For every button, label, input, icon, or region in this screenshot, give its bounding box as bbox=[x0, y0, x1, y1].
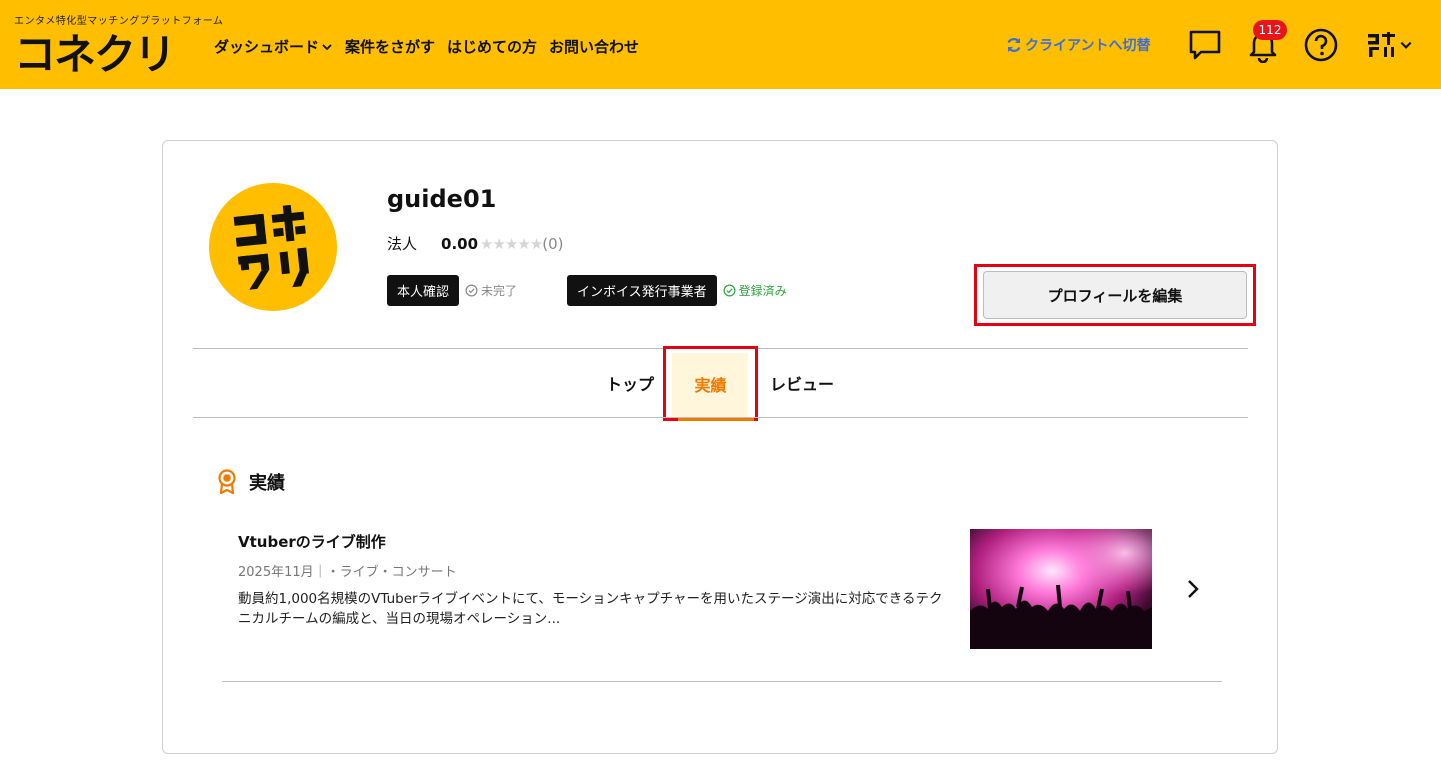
work-thumbnail bbox=[970, 529, 1152, 649]
logo[interactable]: コネクリ bbox=[14, 30, 194, 79]
section-title: 実績 bbox=[217, 469, 285, 495]
identity-status: 未完了 bbox=[465, 282, 517, 299]
header: エンタメ特化型マッチングプラットフォーム コネクリ ダッシュボード 案件をさがす… bbox=[0, 0, 1441, 89]
chevron-right-icon[interactable] bbox=[1183, 577, 1203, 601]
nav-dashboard[interactable]: ダッシュボード bbox=[214, 36, 333, 57]
nav-contact[interactable]: お問い合わせ bbox=[549, 36, 639, 57]
avatar bbox=[209, 183, 337, 311]
invoice-status: 登録済み bbox=[723, 282, 787, 299]
help-icon[interactable] bbox=[1303, 27, 1339, 63]
brand-tagline: エンタメ特化型マッチングプラットフォーム bbox=[14, 16, 224, 27]
medal-icon bbox=[218, 469, 236, 495]
user-avatar-icon bbox=[1368, 32, 1395, 57]
brand[interactable]: エンタメ特化型マッチングプラットフォーム コネクリ bbox=[14, 12, 224, 79]
tab-highlight: 実績 bbox=[663, 346, 758, 421]
edit-button-highlight: プロフィールを編集 bbox=[974, 264, 1256, 326]
account-type: 法人 bbox=[387, 235, 418, 253]
invoice-status-label: 登録済み bbox=[738, 284, 787, 298]
switch-to-client-link[interactable]: クライアントへ切替 bbox=[1005, 35, 1150, 55]
main-nav: ダッシュボード 案件をさがす はじめての方 お問い合わせ bbox=[214, 36, 651, 57]
work-description: 動員約1,000名規模のVTuberライブイベントにて、モーションキャプチャーを… bbox=[238, 591, 943, 627]
chevron-down-icon bbox=[322, 43, 332, 50]
identity-tag: 本人確認 bbox=[387, 275, 460, 306]
edit-profile-button[interactable]: プロフィールを編集 bbox=[983, 271, 1247, 319]
section-title-label: 実績 bbox=[249, 473, 285, 494]
check-circle-icon bbox=[465, 284, 478, 297]
logo-mark: コネクリ bbox=[14, 30, 176, 79]
profile-card: guide01 法人 0.00 ★★★★★ (0) 本人確認 未完了 インボイス… bbox=[162, 140, 1278, 754]
notification-badge: 112 bbox=[1253, 20, 1287, 40]
username: guide01 bbox=[387, 185, 497, 213]
work-title: Vtuberのライブ制作 bbox=[238, 533, 386, 551]
star-rating: ★★★★★ bbox=[480, 234, 543, 253]
profile-meta: 法人 0.00 ★★★★★ (0) bbox=[387, 233, 564, 254]
refresh-icon bbox=[1007, 38, 1021, 52]
chat-icon[interactable] bbox=[1187, 27, 1223, 63]
user-menu[interactable] bbox=[1367, 32, 1413, 58]
nav-dashboard-label: ダッシュボード bbox=[214, 38, 320, 56]
nav-first-time[interactable]: はじめての方 bbox=[447, 36, 537, 57]
tab-top[interactable]: トップ bbox=[606, 371, 654, 395]
avatar-logo bbox=[233, 204, 309, 290]
work-divider bbox=[222, 681, 1222, 682]
identity-status-label: 未完了 bbox=[481, 284, 518, 298]
nav-find-jobs[interactable]: 案件をさがす bbox=[345, 36, 435, 57]
rating-value: 0.00 bbox=[441, 234, 479, 253]
concert-image bbox=[970, 529, 1152, 649]
tab-achievements-label[interactable]: 実績 bbox=[666, 372, 755, 396]
invoice-tag: インボイス発行事業者 bbox=[567, 275, 717, 306]
verification-tags: 本人確認 未完了 インボイス発行事業者 登録済み bbox=[387, 275, 787, 306]
work-meta: 2025年11月｜・ライブ・コンサート bbox=[238, 565, 457, 580]
review-count: (0) bbox=[542, 234, 564, 253]
tab-reviews[interactable]: レビュー bbox=[770, 371, 834, 395]
check-circle-icon bbox=[723, 284, 736, 297]
logo-text: コネクリ bbox=[14, 31, 174, 75]
switch-label: クライアントへ切替 bbox=[1025, 38, 1151, 54]
chevron-down-icon bbox=[1400, 41, 1412, 49]
tabs-divider-bottom bbox=[193, 417, 1248, 418]
